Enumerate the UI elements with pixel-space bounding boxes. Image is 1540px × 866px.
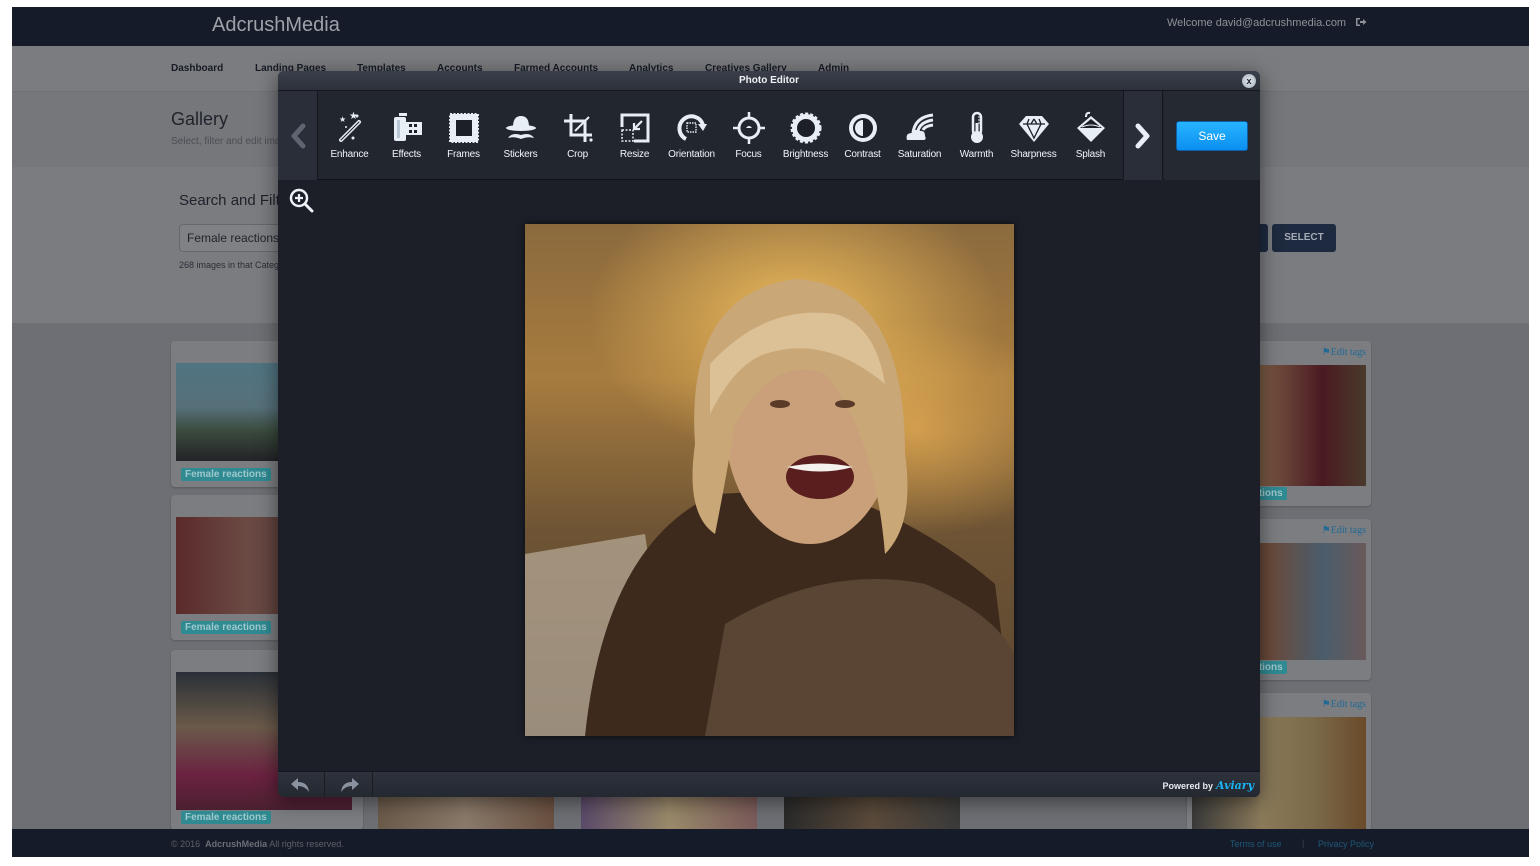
- zoom-in-icon: [289, 188, 314, 213]
- editor-titlebar: Photo Editor x: [278, 71, 1260, 91]
- terms-link[interactable]: Terms of use: [1230, 839, 1282, 849]
- tool-resize[interactable]: Resize: [606, 91, 663, 180]
- edit-tags-label: Edit tags: [1330, 347, 1366, 358]
- editor-title: Photo Editor: [739, 75, 799, 86]
- tool-label: Warmth: [959, 149, 994, 160]
- contrast-icon: [848, 114, 877, 142]
- copyright-text: All rights reserved.: [269, 839, 344, 849]
- brand-logo[interactable]: AdcrushMedia: [212, 14, 340, 37]
- crosshair-icon: [732, 112, 765, 144]
- undo-icon: [291, 778, 309, 792]
- tool-label: Focus: [735, 149, 762, 160]
- edit-tags-link[interactable]: ⚑Edit tags: [1322, 699, 1366, 710]
- chevron-left-icon: [291, 123, 305, 148]
- tool-brightness[interactable]: Brightness: [777, 91, 834, 180]
- tool-label: Contrast: [844, 149, 881, 160]
- close-button[interactable]: x: [1242, 74, 1256, 88]
- tool-splash[interactable]: Splash: [1062, 91, 1119, 180]
- rainbow-icon: [906, 113, 933, 140]
- chevron-right-icon: [1135, 123, 1150, 148]
- search-title: Search and Filter: [179, 192, 294, 209]
- hat-mustache-icon: [505, 116, 536, 139]
- tool-crop[interactable]: Crop: [549, 91, 606, 180]
- powered-by: Powered by Aviary: [1163, 779, 1255, 792]
- privacy-link[interactable]: Privacy Policy: [1318, 839, 1374, 849]
- tool-effects[interactable]: Effects: [378, 91, 435, 180]
- top-bar: AdcrushMedia Welcome david@adcrushmedia.…: [12, 7, 1529, 46]
- tool-label: Splash: [1075, 149, 1106, 160]
- edit-tags-link[interactable]: ⚑Edit tags: [1322, 525, 1366, 536]
- tool-label: Stickers: [503, 149, 538, 160]
- editor-canvas: [278, 181, 1260, 771]
- tool-contrast[interactable]: Contrast: [834, 91, 891, 180]
- tool-label: Enhance: [330, 149, 369, 160]
- redo-icon: [341, 778, 359, 792]
- photo-editor-modal: Photo Editor x ★ ★ Enhance Effects Frames: [278, 71, 1260, 797]
- photo-subject: [525, 279, 1014, 736]
- tool-list: ★ ★ Enhance Effects Frames Stickers Crop…: [321, 91, 1121, 180]
- tool-sharpness[interactable]: Sharpness: [1005, 91, 1062, 180]
- rotate-icon: [676, 114, 707, 141]
- tool-warmth[interactable]: Warmth: [948, 91, 1005, 180]
- tool-saturation[interactable]: Saturation: [891, 91, 948, 180]
- frame-icon: [448, 113, 479, 143]
- tool-label: Effects: [392, 149, 421, 160]
- thermometer-icon: [970, 111, 983, 143]
- gallery-thumbnail[interactable]: [581, 797, 757, 829]
- svg-text:★: ★: [339, 115, 346, 124]
- diamond-icon: [1018, 116, 1049, 142]
- powered-by-text: Powered by: [1162, 781, 1214, 791]
- sign-out-icon[interactable]: [1355, 16, 1367, 28]
- category-tag: Female reactions: [181, 468, 271, 481]
- copyright-brand: AdcrushMedia: [205, 839, 268, 849]
- edit-tags-label: Edit tags: [1330, 525, 1366, 536]
- crop-icon: [563, 114, 593, 142]
- tool-stickers[interactable]: Stickers: [492, 91, 549, 180]
- tool-frames[interactable]: Frames: [435, 91, 492, 180]
- edit-tags-link[interactable]: ⚑Edit tags: [1322, 347, 1366, 358]
- tool-label: Orientation: [668, 149, 715, 160]
- page-title: Gallery: [171, 109, 229, 129]
- tool-orientation[interactable]: Orientation: [663, 91, 720, 180]
- save-area: Save: [1164, 91, 1260, 180]
- zoom-in-button[interactable]: [288, 187, 316, 215]
- tool-enhance[interactable]: ★ ★ Enhance: [321, 91, 378, 180]
- editor-footer: Powered by Aviary: [278, 771, 1260, 797]
- edit-tags-label: Edit tags: [1330, 699, 1366, 710]
- close-icon: x: [1246, 76, 1252, 86]
- save-button[interactable]: Save: [1176, 121, 1248, 151]
- tool-label: Brightness: [782, 149, 829, 160]
- page-footer: © 2016 AdcrushMedia All rights reserved.…: [12, 829, 1529, 857]
- film-icon: [393, 113, 422, 141]
- tool-label: Resize: [619, 149, 650, 160]
- tool-focus[interactable]: Focus: [720, 91, 777, 180]
- editing-photo[interactable]: [525, 224, 1014, 736]
- category-tag: Female reactions: [181, 621, 271, 634]
- undo-button[interactable]: [278, 772, 325, 797]
- copyright: © 2016 AdcrushMedia All rights reserved.: [171, 839, 344, 849]
- tools-next-button[interactable]: [1123, 91, 1163, 180]
- resize-icon: [620, 113, 649, 143]
- tool-label: Frames: [447, 149, 480, 160]
- image-count: 268 images in that Category: [179, 260, 292, 270]
- tool-label: Sharpness: [1010, 149, 1057, 160]
- aviary-logo[interactable]: Aviary: [1216, 779, 1254, 792]
- footer-separator: |: [1302, 838, 1305, 848]
- select-button[interactable]: SELECT: [1272, 224, 1336, 252]
- welcome-text: Welcome david@adcrushmedia.com: [1167, 17, 1347, 29]
- copyright-year: © 2016: [171, 839, 201, 849]
- gallery-thumbnail[interactable]: [784, 797, 960, 829]
- tool-label: Crop: [567, 149, 588, 160]
- nav-dashboard[interactable]: Dashboard: [171, 63, 223, 74]
- tool-label: Saturation: [897, 149, 942, 160]
- magic-wand-icon: ★ ★: [338, 111, 361, 142]
- screen: AdcrushMedia Welcome david@adcrushmedia.…: [12, 7, 1529, 857]
- tools-prev-button[interactable]: [278, 91, 318, 180]
- gallery-thumbnail[interactable]: [378, 797, 554, 829]
- paint-bucket-icon: [1076, 111, 1105, 142]
- redo-button[interactable]: [326, 772, 373, 797]
- editor-toolbar: ★ ★ Enhance Effects Frames Stickers Crop…: [278, 91, 1260, 180]
- sun-icon: [790, 112, 821, 144]
- category-tag: Female reactions: [181, 811, 271, 824]
